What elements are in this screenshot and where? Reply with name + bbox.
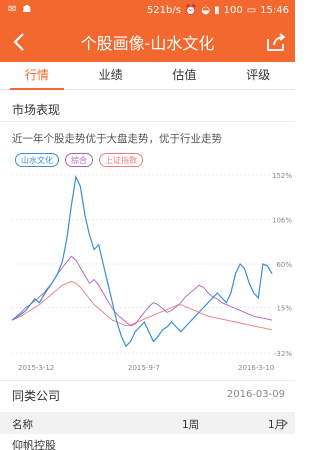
battery-level: 100: [223, 5, 243, 16]
x-tick-label: 2016-3-10: [238, 364, 274, 372]
share-icon[interactable]: [265, 31, 287, 53]
battery-icon: ▭: [246, 5, 257, 16]
next-section-title: 仰帆控股: [12, 439, 56, 450]
signal-icon: ▮: [214, 5, 220, 16]
series-line-0: [11, 174, 273, 348]
status-right: 521b/s ⏰ ◒ ▮ 100 ▭ 15:46: [147, 5, 289, 16]
page-title: 个股画像-山水文化: [80, 34, 215, 53]
wifi-icon: ◒: [201, 5, 211, 16]
chart-divider: [0, 380, 295, 381]
tab-bar: 行情 业绩 估值 评级: [0, 62, 295, 90]
market-description: 近一年个股走势优于大盘走势，优于行业走势: [12, 133, 222, 145]
tab-valuation[interactable]: 估值: [148, 62, 222, 89]
series-line-2: [11, 280, 273, 331]
x-tick-label: 2015-3-12: [18, 364, 54, 372]
chevron-right-icon[interactable]: [281, 419, 289, 427]
title-bar: 个股画像-山水文化: [0, 22, 295, 62]
column-name[interactable]: 名称: [12, 417, 33, 432]
status-bar: ✉ ☗ 521b/s ⏰ ◒ ▮ 100 ▭ 15:46: [0, 0, 295, 22]
y-tick-label: 60%: [276, 261, 292, 269]
y-tick-label: 15%: [276, 305, 292, 313]
net-speed: 521b/s: [146, 5, 181, 16]
tab-quotes[interactable]: 行情: [0, 62, 74, 90]
tab-performance[interactable]: 业绩: [74, 62, 148, 89]
series-line-1: [11, 255, 273, 327]
market-section-title: 市场表现: [12, 103, 61, 117]
tab-rating[interactable]: 评级: [221, 62, 295, 89]
notification-icon-2: ☗: [22, 4, 32, 15]
section-divider: [0, 121, 295, 122]
y-tick-label: 152%: [272, 172, 292, 180]
notification-icon: ✉: [8, 4, 17, 15]
status-left: ✉ ☗: [8, 4, 31, 15]
y-tick-label: 106%: [272, 217, 292, 225]
peers-table-header: 名称 1周 1月: [0, 412, 295, 434]
status-time: 15:46: [260, 5, 289, 16]
peers-title: 同类公司: [12, 389, 61, 403]
peers-date: 2016-03-09: [226, 389, 285, 400]
y-tick-label: -32%: [274, 350, 292, 358]
x-tick-label: 2015-9-7: [128, 364, 160, 372]
column-1week[interactable]: 1周: [182, 417, 199, 432]
next-section-row[interactable]: 仰帆控股: [0, 434, 295, 450]
alarm-icon: ⏰: [184, 5, 198, 16]
peers-header: 同类公司 2016-03-09: [0, 382, 295, 408]
performance-chart: 152% 106% 60% 15% -32% 2015-3-12 2015-9-7 2016…: [11, 172, 292, 372]
